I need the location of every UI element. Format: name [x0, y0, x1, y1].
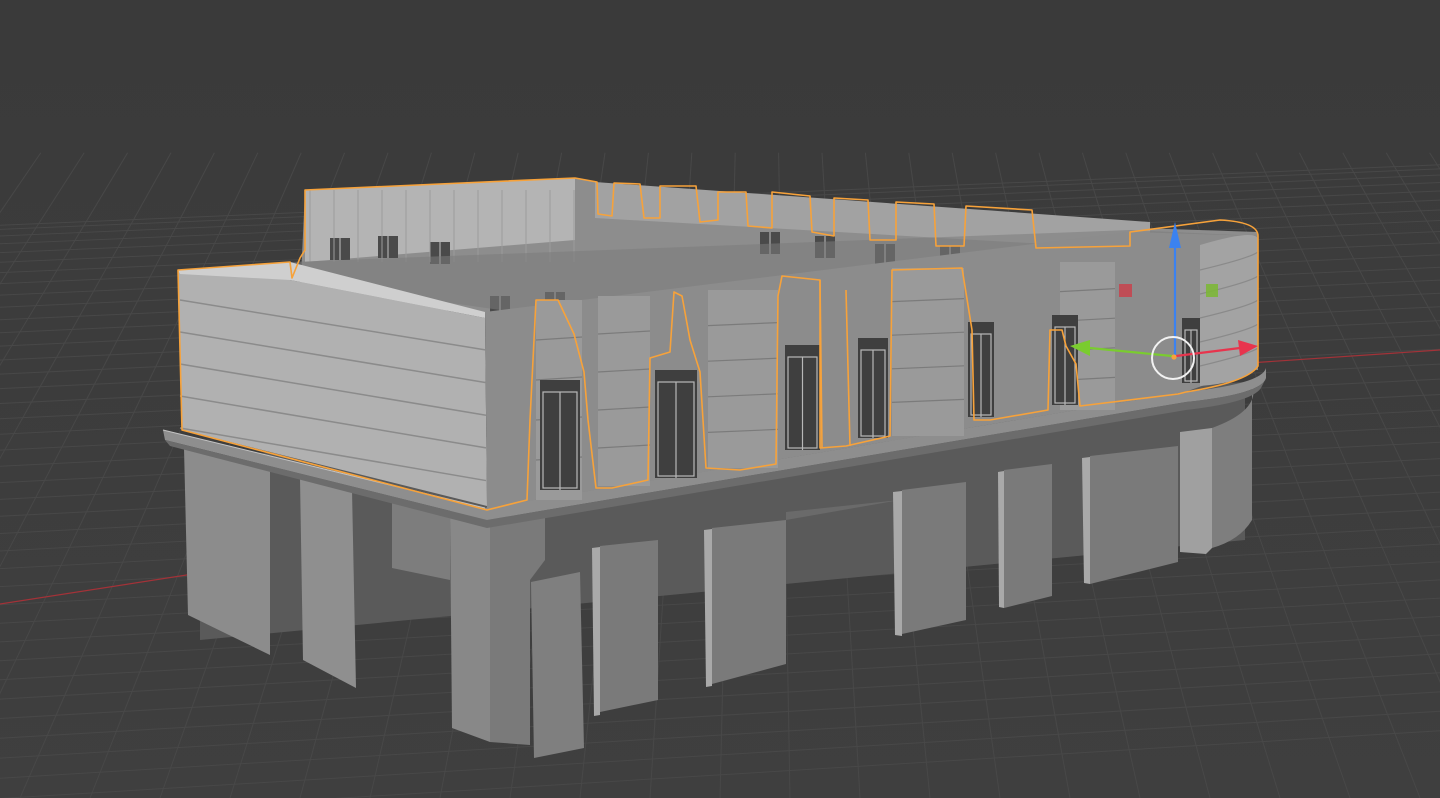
loose-panel[interactable]: [531, 572, 584, 758]
front-pillar-4[interactable]: [1004, 464, 1052, 608]
side-pillar-2[interactable]: [300, 478, 356, 688]
front-pillar-2[interactable]: [712, 520, 786, 684]
front-pillar-5[interactable]: [1090, 446, 1178, 584]
3d-viewport[interactable]: [0, 0, 1440, 798]
pillar-edge: [998, 471, 1004, 608]
object-origin-icon: [1171, 354, 1177, 360]
corner-pillar-side[interactable]: [450, 510, 490, 742]
front-pillar-3[interactable]: [902, 482, 966, 634]
gizmo-xz-plane[interactable]: [1119, 284, 1132, 297]
viewport-canvas[interactable]: [0, 0, 1440, 798]
gizmo-yz-plane[interactable]: [1206, 284, 1218, 297]
curved-pillar-face[interactable]: [1180, 428, 1212, 554]
front-pillar-1[interactable]: [600, 540, 658, 712]
